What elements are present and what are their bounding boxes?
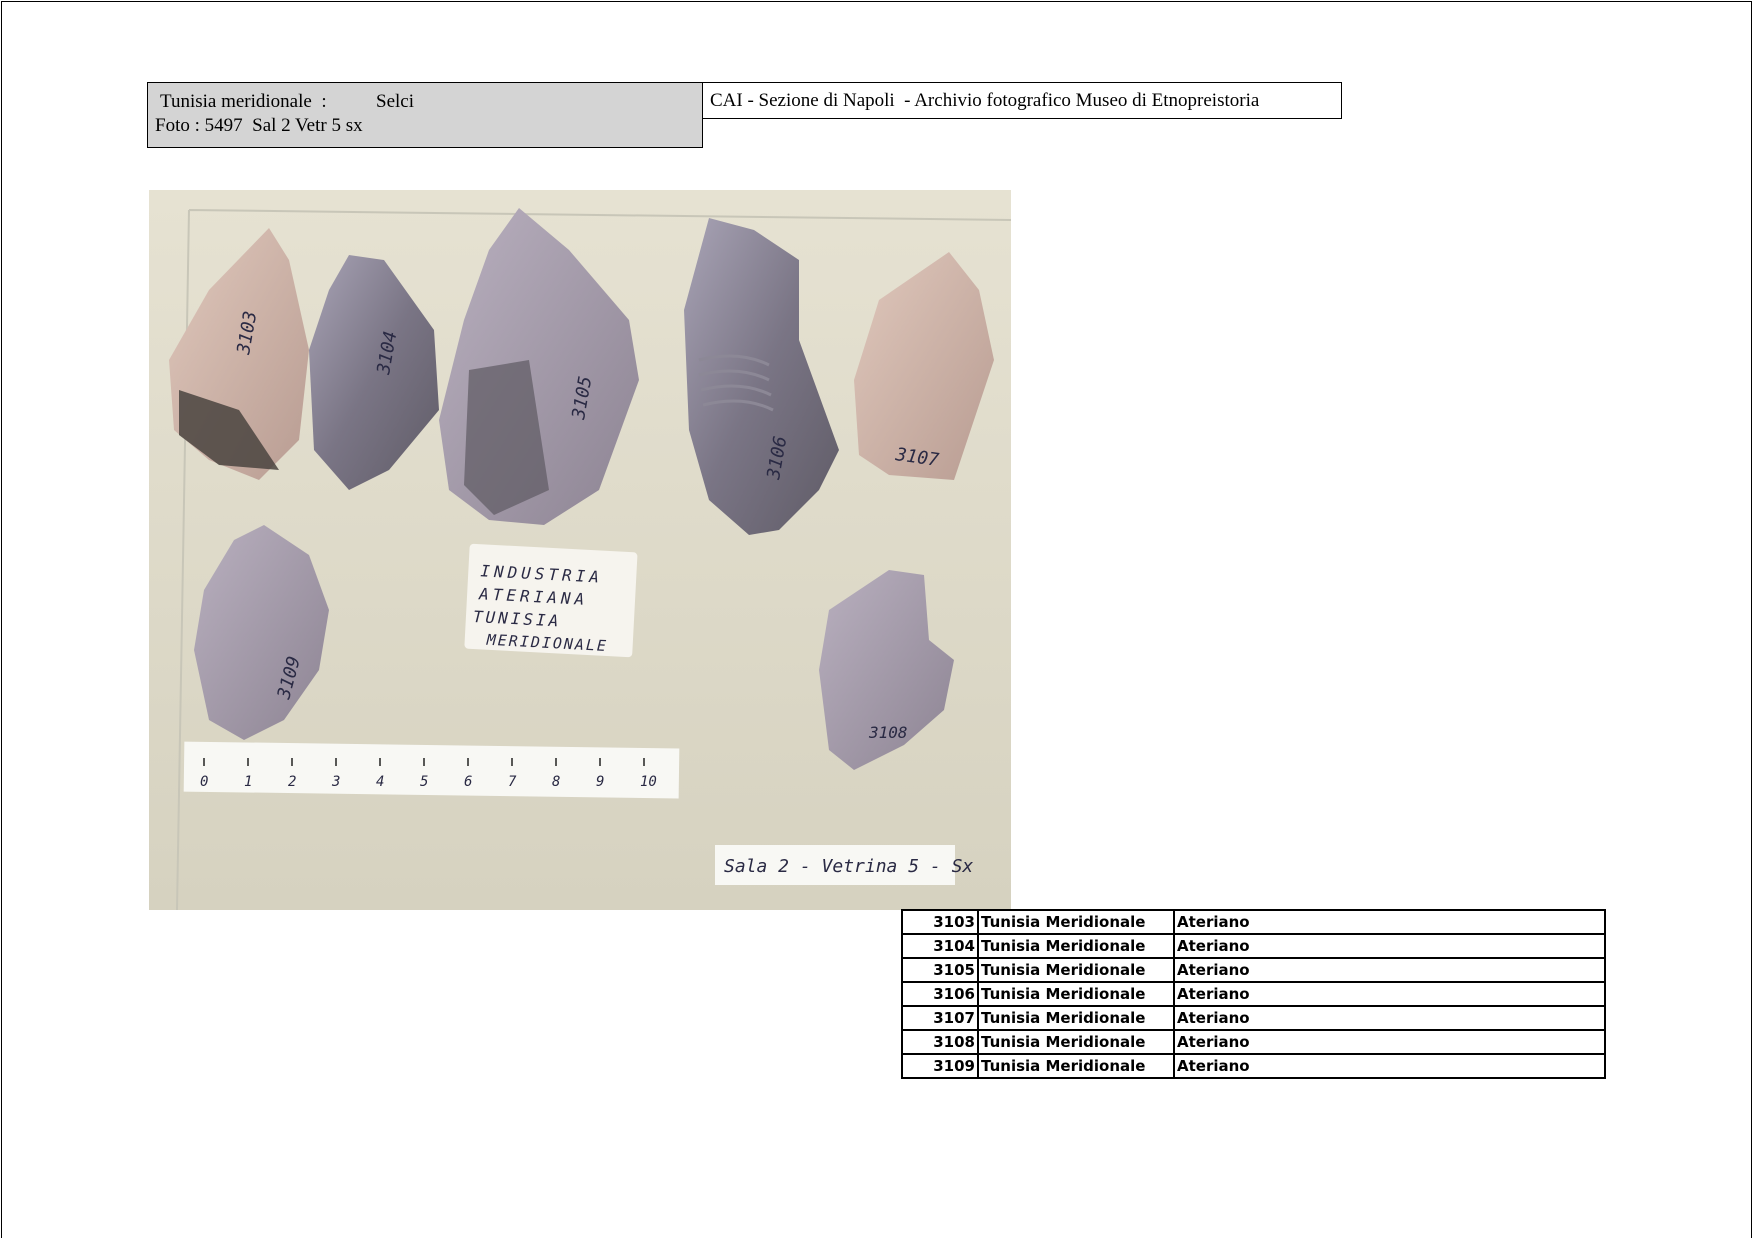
photo-reference: Foto : 5497 Sal 2 Vetr 5 sx [155,115,363,136]
catalog-number-cell: 3103 [901,909,979,935]
catalog-number-cell: 3108 [901,1029,979,1055]
archive-box: CAI - Sezione di Napoli - Archivio fotog… [703,82,1342,119]
table-row: 3108 Tunisia Meridionale Ateriano [901,1029,1606,1055]
category-label: Selci [376,91,414,112]
ruler-tick-label: 0 [200,774,208,790]
locality-cell: Tunisia Meridionale [977,981,1175,1007]
ruler-tick-label: 7 [508,774,517,790]
locality-cell: Tunisia Meridionale [977,909,1175,935]
location-card: Sala 2 - Vetrina 5 - Sx [715,845,973,885]
table-row: 3106 Tunisia Meridionale Ateriano [901,981,1606,1007]
ruler-tick-label: 2 [288,774,296,790]
culture-cell: Ateriano [1173,933,1606,959]
table-row: 3103 Tunisia Meridionale Ateriano [901,909,1606,935]
table-row: 3105 Tunisia Meridionale Ateriano [901,957,1606,983]
table-row: 3107 Tunisia Meridionale Ateriano [901,1005,1606,1031]
locality-cell: Tunisia Meridionale [977,957,1175,983]
locality-cell: Tunisia Meridionale [977,933,1175,959]
table-row: 3104 Tunisia Meridionale Ateriano [901,933,1606,959]
archive-title: CAI - Sezione di Napoli - Archivio fotog… [710,90,1260,111]
ruler-tick-label: 10 [640,774,657,790]
ruler-tick-label: 3 [331,774,340,790]
artifact-number-3108: 3108 [868,723,908,742]
locality-cell: Tunisia Meridionale [977,1053,1175,1079]
site-name: Tunisia meridionale : [160,91,327,112]
photo-illustration: 3103 3104 3105 3106 3107 3109 3108 INDUS… [149,190,1011,910]
label-card: INDUSTRIA ATERIANA TUNISIA MERIDIONALE [464,543,638,658]
culture-cell: Ateriano [1173,957,1606,983]
catalog-number-cell: 3109 [901,1053,979,1079]
catalog-number-cell: 3105 [901,957,979,983]
ruler-tick-label: 5 [420,774,428,790]
catalog-body: 3103 Tunisia Meridionale Ateriano 3104 Tunis… [901,909,1606,1079]
ruler-tick-label: 9 [596,774,604,790]
ruler-tick-label: 4 [376,774,384,790]
culture-cell: Ateriano [1173,1005,1606,1031]
ruler-tick-label: 8 [552,774,560,790]
culture-cell: Ateriano [1173,909,1606,935]
culture-cell: Ateriano [1173,1029,1606,1055]
culture-cell: Ateriano [1173,981,1606,1007]
catalog-number-cell: 3107 [901,1005,979,1031]
locality-cell: Tunisia Meridionale [977,1005,1175,1031]
culture-cell: Ateriano [1173,1053,1606,1079]
artifact-photo: 3103 3104 3105 3106 3107 3109 3108 INDUS… [149,190,1011,910]
header-caption-box: Tunisia meridionale : Selci Foto : 5497 S… [147,82,703,148]
table-row: 3109 Tunisia Meridionale Ateriano [901,1053,1606,1079]
ruler-tick-label: 1 [244,774,252,790]
location-card-text: Sala 2 - Vetrina 5 - Sx [724,856,973,877]
catalog-table: 3103 Tunisia Meridionale Ateriano 3104 Tunis… [901,909,1606,1079]
ruler-tick-label: 6 [464,774,472,790]
catalog-number-cell: 3104 [901,933,979,959]
scale-ruler: 0 1 2 3 4 5 6 7 8 9 10 [183,741,680,799]
caption-line-1: Tunisia meridionale : Selci [160,90,414,114]
catalog-number-cell: 3106 [901,981,979,1007]
locality-cell: Tunisia Meridionale [977,1029,1175,1055]
